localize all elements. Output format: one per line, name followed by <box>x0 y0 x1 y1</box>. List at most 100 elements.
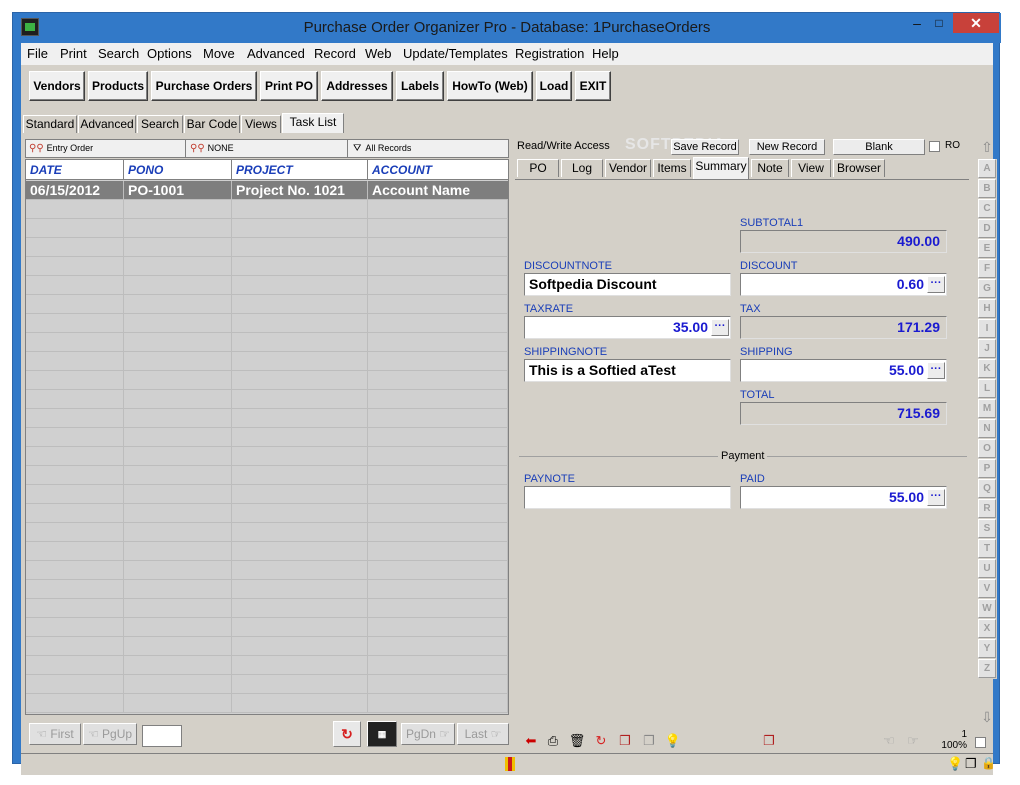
taxrate-ellipsis-button[interactable]: ··· <box>711 319 729 336</box>
empty-table-row[interactable] <box>26 390 508 409</box>
empty-table-row[interactable] <box>26 656 508 675</box>
last-button[interactable]: Last ☞ <box>457 723 509 745</box>
close-button[interactable]: ✕ <box>953 13 999 33</box>
lightbulb-icon[interactable]: 💡 <box>663 731 683 751</box>
new-record-button[interactable]: New Record <box>749 139 825 155</box>
lightbulb-icon[interactable]: 💡 <box>947 756 963 772</box>
tab-log[interactable]: Log <box>561 159 603 177</box>
tab-vendor[interactable]: Vendor <box>605 159 651 177</box>
howto-web-button[interactable]: HowTo (Web) <box>447 71 533 101</box>
empty-table-row[interactable] <box>26 238 508 257</box>
load-button[interactable]: Load <box>536 71 572 101</box>
column-header-pono[interactable]: PONO <box>124 160 232 180</box>
lock-icon[interactable]: 🔒 <box>981 756 996 770</box>
alpha-index-f[interactable]: F <box>978 259 996 278</box>
copy-record-icon[interactable]: ❐ <box>615 731 635 751</box>
menu-record[interactable]: Record <box>314 46 356 61</box>
exit-button[interactable]: EXIT <box>575 71 611 101</box>
scroll-down-arrow-icon[interactable]: ⇩ <box>977 709 997 727</box>
blank-button[interactable]: Blank <box>833 139 925 155</box>
taxrate-field[interactable]: 35.00 ··· <box>524 316 731 339</box>
empty-table-row[interactable] <box>26 504 508 523</box>
menu-registration[interactable]: Registration <box>515 46 584 61</box>
documents-icon[interactable]: ❐ <box>965 756 977 772</box>
empty-table-row[interactable] <box>26 542 508 561</box>
alpha-index-h[interactable]: H <box>978 299 996 318</box>
empty-table-row[interactable] <box>26 371 508 390</box>
alpha-index-n[interactable]: N <box>978 419 996 438</box>
empty-table-row[interactable] <box>26 561 508 580</box>
menu-move[interactable]: Move <box>203 46 235 61</box>
empty-table-row[interactable] <box>26 637 508 656</box>
empty-table-row[interactable] <box>26 485 508 504</box>
empty-table-row[interactable] <box>26 219 508 238</box>
alpha-index-l[interactable]: L <box>978 379 996 398</box>
menu-update-templates[interactable]: Update/Templates <box>403 46 508 61</box>
refresh-icon[interactable]: ↻ <box>591 731 611 751</box>
products-button[interactable]: Products <box>88 71 148 101</box>
tab-bar-code[interactable]: Bar Code <box>184 115 240 133</box>
alpha-index-s[interactable]: S <box>978 519 996 538</box>
filter-selector[interactable]: ⚲⚲ NONE <box>187 140 348 157</box>
table-row[interactable]: 06/15/2012 PO-1001 Project No. 1021 Acco… <box>26 181 508 200</box>
shippingnote-field[interactable]: This is a Softied aTest <box>524 359 731 382</box>
discount-ellipsis-button[interactable]: ··· <box>927 276 945 293</box>
tab-summary[interactable]: Summary <box>693 157 749 179</box>
labels-button[interactable]: Labels <box>396 71 444 101</box>
column-header-project[interactable]: PROJECT <box>232 160 368 180</box>
shipping-field[interactable]: 55.00 ··· <box>740 359 947 382</box>
menu-file[interactable]: File <box>27 46 48 61</box>
alpha-index-m[interactable]: M <box>978 399 996 418</box>
alpha-index-w[interactable]: W <box>978 599 996 618</box>
tab-browser[interactable]: Browser <box>833 159 885 177</box>
alpha-index-g[interactable]: G <box>978 279 996 298</box>
alpha-index-u[interactable]: U <box>978 559 996 578</box>
entry-order-selector[interactable]: ⚲⚲ Entry Order <box>26 140 186 157</box>
empty-table-row[interactable] <box>26 675 508 694</box>
alpha-index-e[interactable]: E <box>978 239 996 258</box>
empty-table-row[interactable] <box>26 523 508 542</box>
hand-right-icon[interactable]: ☞ <box>903 731 923 751</box>
alpha-index-k[interactable]: K <box>978 359 996 378</box>
empty-table-row[interactable] <box>26 618 508 637</box>
empty-table-row[interactable] <box>26 428 508 447</box>
tab-po[interactable]: PO <box>517 159 559 177</box>
empty-table-row[interactable] <box>26 257 508 276</box>
alpha-index-b[interactable]: B <box>978 179 996 198</box>
empty-table-row[interactable] <box>26 694 508 713</box>
tab-items[interactable]: Items <box>653 159 691 177</box>
splitter-handle-icon[interactable] <box>505 757 515 771</box>
tab-note[interactable]: Note <box>751 159 789 177</box>
alpha-index-c[interactable]: C <box>978 199 996 218</box>
paynote-field[interactable] <box>524 486 731 509</box>
empty-table-row[interactable] <box>26 409 508 428</box>
empty-table-row[interactable] <box>26 352 508 371</box>
empty-table-row[interactable] <box>26 447 508 466</box>
vendors-button[interactable]: Vendors <box>29 71 85 101</box>
tab-task-list[interactable]: Task List <box>282 113 344 133</box>
alpha-index-z[interactable]: Z <box>978 659 996 678</box>
empty-table-row[interactable] <box>26 276 508 295</box>
empty-table-row[interactable] <box>26 599 508 618</box>
tab-view[interactable]: View <box>791 159 831 177</box>
column-header-account[interactable]: ACCOUNT <box>368 160 508 180</box>
tab-standard[interactable]: Standard <box>23 115 77 133</box>
refresh-icon[interactable]: ↻ <box>333 721 361 747</box>
back-arrow-icon[interactable]: ⬅ <box>521 731 541 751</box>
menu-options[interactable]: Options <box>147 46 192 61</box>
discountnote-field[interactable]: Softpedia Discount <box>524 273 731 296</box>
tab-advanced[interactable]: Advanced <box>78 115 136 133</box>
hand-left-icon[interactable]: ☜ <box>879 731 899 751</box>
alpha-index-p[interactable]: P <box>978 459 996 478</box>
menu-advanced[interactable]: Advanced <box>247 46 305 61</box>
empty-table-row[interactable] <box>26 333 508 352</box>
scroll-up-arrow-icon[interactable]: ⇧ <box>977 139 997 157</box>
alpha-index-a[interactable]: A <box>978 159 996 178</box>
menu-help[interactable]: Help <box>592 46 619 61</box>
paid-ellipsis-button[interactable]: ··· <box>927 489 945 506</box>
menu-search[interactable]: Search <box>98 46 139 61</box>
menu-web[interactable]: Web <box>365 46 392 61</box>
goto-record-input[interactable] <box>142 725 182 747</box>
empty-table-row[interactable] <box>26 200 508 219</box>
discount-field[interactable]: 0.60 ··· <box>740 273 947 296</box>
